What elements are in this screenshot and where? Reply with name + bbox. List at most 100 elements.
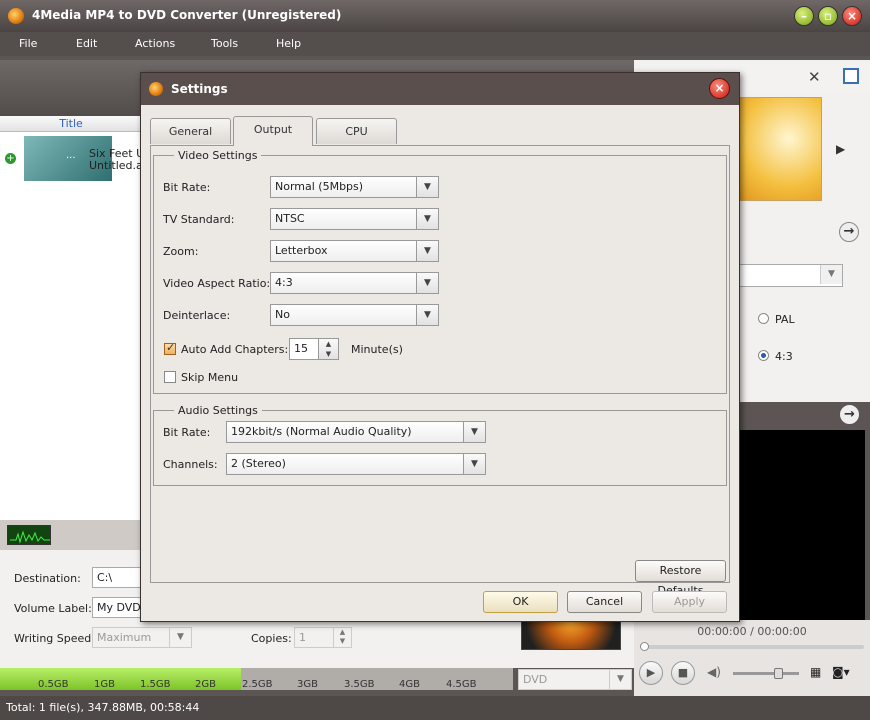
pal-radio[interactable] [758, 313, 769, 324]
space-tick: 4.5GB [446, 679, 477, 690]
ratio-4-3-radio[interactable] [758, 350, 769, 361]
space-tick: 1.5GB [140, 679, 171, 690]
volume-handle[interactable] [774, 668, 783, 679]
dialog-close-button[interactable]: × [709, 78, 730, 99]
chevron-down-icon: ▼ [609, 670, 631, 689]
skip-menu-label: Skip Menu [181, 371, 239, 384]
volume-icon[interactable]: ◀) [707, 665, 721, 679]
column-header-title[interactable]: Title [0, 116, 142, 132]
snapshot-list-icon[interactable]: ▦ [810, 665, 821, 679]
deinterlace-label: Deinterlace: [163, 309, 231, 322]
menu-actions[interactable]: Actions [135, 37, 175, 50]
stop-icon[interactable]: ■ [671, 661, 695, 685]
auto-chapters-checkbox[interactable] [164, 341, 176, 355]
audio-bitrate-select[interactable]: 192kbit/s (Normal Audio Quality) ▼ [226, 421, 486, 443]
audio-bitrate-value: 192kbit/s (Normal Audio Quality) [231, 425, 412, 438]
cpu-monitor-icon [7, 525, 51, 545]
layout-icon[interactable] [843, 68, 859, 84]
space-tick: 3.5GB [344, 679, 375, 690]
menu-edit[interactable]: Edit [76, 37, 97, 50]
app-logo-icon [8, 8, 24, 24]
volume-slider[interactable] [733, 672, 799, 675]
space-tick: 0.5GB [38, 679, 69, 690]
skip-menu-checkbox[interactable] [164, 371, 176, 383]
output-format-select[interactable]: DVD ▼ [518, 669, 632, 690]
space-tick: 2GB [195, 679, 216, 690]
seek-handle[interactable] [640, 642, 649, 651]
video-preview [738, 430, 865, 620]
tab-output[interactable]: Output [233, 116, 313, 146]
writing-speed-select[interactable]: Maximum ▼ [92, 627, 192, 648]
tools-icon[interactable]: ✕ [808, 68, 821, 86]
stepper-arrows-icon[interactable]: ▲ ▼ [333, 628, 351, 647]
audio-bitrate-label: Bit Rate: [163, 426, 211, 439]
cancel-button[interactable]: Cancel [567, 591, 642, 613]
chevron-down-icon: ▼ [820, 265, 842, 284]
menu-template-thumbnail[interactable] [739, 97, 822, 201]
space-tick: 2.5GB [242, 679, 273, 690]
channels-value: 2 (Stereo) [231, 457, 286, 470]
maximize-button[interactable]: ▫ [818, 6, 838, 26]
ratio-label: 4:3 [775, 350, 793, 363]
channels-select[interactable]: 2 (Stereo) ▼ [226, 453, 486, 475]
copies-label: Copies: [251, 632, 292, 645]
auto-chapters-label: Auto Add Chapters: [181, 343, 289, 356]
deinterlace-select[interactable]: No ▼ [270, 304, 439, 326]
camera-icon[interactable]: ◙▾ [832, 665, 850, 679]
video-bitrate-select[interactable]: Normal (5Mbps) ▼ [270, 176, 439, 198]
menu-file[interactable]: File [19, 37, 37, 50]
chapters-value: 15 [294, 342, 308, 355]
play-icon[interactable]: ▶ [639, 661, 663, 685]
time-display: 00:00:00 / 00:00:00 [697, 625, 807, 638]
arrow-right-icon[interactable]: → [839, 222, 859, 242]
zoom-select[interactable]: Letterbox ▼ [270, 240, 439, 262]
chevron-down-icon: ▼ [169, 628, 191, 647]
video-settings-title: Video Settings [174, 149, 262, 162]
tv-standard-select[interactable]: NTSC ▼ [270, 208, 439, 230]
chevron-down-icon: ▼ [416, 177, 438, 197]
ok-button[interactable]: OK [483, 591, 558, 613]
destination-label: Destination: [14, 572, 81, 585]
close-button[interactable]: × [842, 6, 862, 26]
chevron-down-icon: ▼ [416, 209, 438, 229]
dialog-title: Settings [171, 82, 228, 96]
restore-defaults-button[interactable]: Restore Defaults [635, 560, 726, 597]
minutes-label: Minute(s) [351, 343, 403, 356]
space-tick: 4GB [399, 679, 420, 690]
video-bitrate-value: Normal (5Mbps) [275, 180, 364, 193]
destination-field[interactable]: C:\ [92, 567, 142, 588]
menu-help[interactable]: Help [276, 37, 301, 50]
thumbnail-dots: ... [66, 150, 76, 161]
right-select[interactable]: ▼ [739, 264, 843, 287]
volume-label: Volume Label: [14, 602, 92, 615]
stepper-arrows-icon[interactable]: ▲ ▼ [318, 339, 338, 359]
channels-label: Channels: [163, 458, 218, 471]
pal-label: PAL [775, 313, 795, 326]
tv-standard-label: TV Standard: [163, 213, 235, 226]
video-bitrate-label: Bit Rate: [163, 181, 211, 194]
zoom-value: Letterbox [275, 244, 328, 257]
next-template-icon[interactable]: ▶ [836, 142, 845, 156]
menu-tools[interactable]: Tools [211, 37, 238, 50]
apply-button[interactable]: Apply [652, 591, 727, 613]
aspect-ratio-select[interactable]: 4:3 ▼ [270, 272, 439, 294]
copies-value: 1 [299, 631, 306, 644]
seek-slider[interactable] [640, 645, 864, 649]
chevron-down-icon: ▼ [416, 273, 438, 293]
writing-speed-value: Maximum [97, 631, 152, 644]
arrow-right-icon[interactable]: → [839, 404, 860, 425]
minimize-button[interactable]: – [794, 6, 814, 26]
chapters-stepper[interactable]: 15 ▲ ▼ [289, 338, 339, 360]
volume-field[interactable]: My DVD [92, 597, 142, 618]
copies-stepper[interactable]: 1 ▲ ▼ [294, 627, 352, 648]
chevron-down-icon: ▼ [463, 454, 485, 474]
expand-icon[interactable]: + [5, 153, 16, 164]
tab-general[interactable]: General [150, 118, 231, 144]
video-settings-group [153, 155, 727, 394]
tab-cpu[interactable]: CPU [316, 118, 397, 144]
aspect-ratio-value: 4:3 [275, 276, 293, 289]
status-text: Total: 1 file(s), 347.88MB, 00:58:44 [6, 701, 200, 714]
menu-bar: File Edit Actions Tools Help [0, 32, 870, 56]
aspect-ratio-label: Video Aspect Ratio: [163, 277, 271, 290]
chevron-down-icon: ▼ [416, 305, 438, 325]
